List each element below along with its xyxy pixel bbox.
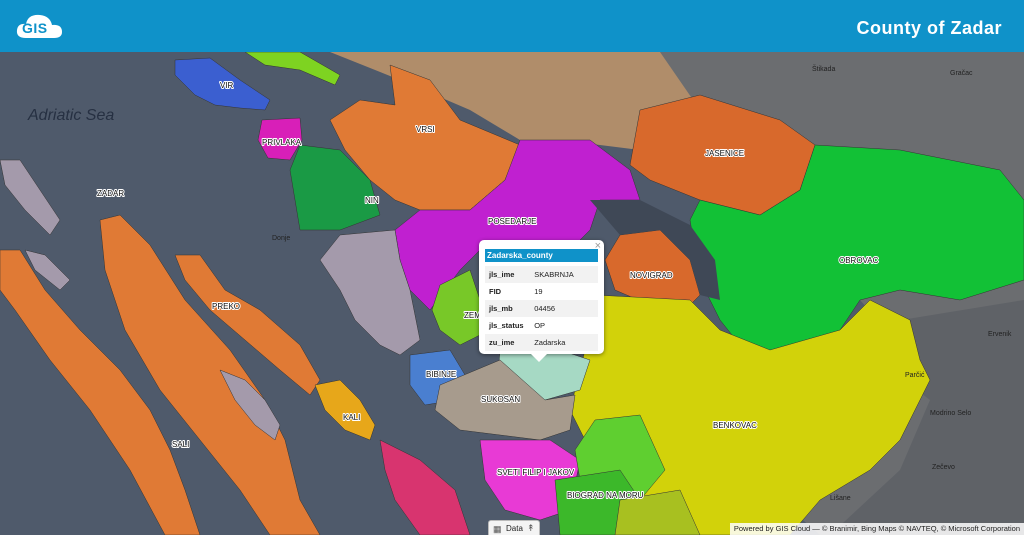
- attribute-value: Zadarska: [530, 334, 598, 351]
- label-posedarje: POSEDARJE: [488, 217, 536, 226]
- label-jasenice: JASENICE: [705, 149, 744, 158]
- label-novigrad: NOVIGRAD: [630, 271, 673, 280]
- attribute-value: OP: [534, 321, 546, 330]
- attribute-key: jls_ime: [485, 266, 531, 283]
- label-kali: KALI: [343, 413, 360, 422]
- attribute-table: jls_ime SKABRNJA FID 19 jls_mb 04456 jls_st…: [485, 266, 598, 351]
- place-stikada: Štikada: [812, 64, 835, 73]
- label-vrsi: VRSI: [416, 125, 435, 134]
- label-zadar: ZADAR: [97, 189, 124, 198]
- table-row: jls_mb 04456: [485, 300, 598, 317]
- label-privlaka: PRIVLAKA: [262, 138, 302, 147]
- attribute-key: jls_mb: [485, 300, 531, 317]
- place-parcic: Parčić: [905, 372, 925, 379]
- attribute-key: FID: [489, 287, 502, 296]
- label-sveti-filip: SVETI FILIP I JAKOV: [497, 468, 575, 477]
- label-sukosan: SUKOSAN: [481, 395, 520, 404]
- data-panel-toggle[interactable]: ▦ Data ↟: [488, 520, 540, 535]
- place-modrino: Modrino Selo: [930, 410, 971, 417]
- attribute-value: 04456: [530, 300, 598, 317]
- sea-label: Adriatic Sea: [27, 107, 114, 124]
- feature-info-popup: × Zadarska_county jls_ime SKABRNJA FID 19 …: [479, 240, 604, 362]
- label-biograd: BIOGRAD NA MORU: [567, 491, 644, 500]
- table-row: jls_ime SKABRNJA: [485, 266, 598, 283]
- attribute-value: 19: [534, 287, 543, 296]
- place-donje: Donje: [272, 235, 290, 242]
- place-gracac: Gračac: [950, 70, 973, 77]
- place-ervenik: Ervenik: [988, 331, 1012, 338]
- pin-icon[interactable]: ↟: [527, 523, 535, 534]
- label-benkovac: BENKOVAC: [713, 421, 757, 430]
- place-lisane: Lišane: [830, 495, 851, 502]
- popup-title: Zadarska_county: [485, 249, 598, 262]
- attribute-key: zu_ime: [485, 334, 531, 351]
- grid-icon: ▦: [493, 524, 502, 534]
- place-zecevo: Zečevo: [932, 464, 955, 471]
- label-obrovac: OBROVAC: [839, 256, 879, 265]
- label-sali: SALI: [172, 440, 189, 449]
- attribute-value: SKABRNJA: [530, 266, 598, 283]
- label-vir: VIR: [220, 81, 234, 90]
- attribute-key: jls_status: [489, 321, 524, 330]
- table-row: FID 19: [485, 283, 598, 300]
- table-row: jls_status OP: [485, 317, 598, 334]
- label-nin: NIN: [365, 196, 379, 205]
- app-window: GIS County of Zadar Adriatic Sea VIR PRI…: [0, 0, 1024, 535]
- page-title: County of Zadar: [856, 18, 1002, 38]
- table-row: zu_ime Zadarska: [485, 334, 598, 351]
- data-tab-label: Data: [506, 524, 523, 533]
- logo-text: GIS: [22, 20, 48, 36]
- header-bar: GIS County of Zadar: [0, 0, 1024, 52]
- label-bibinje: BIBINJE: [426, 370, 456, 379]
- label-preko: PREKO: [212, 302, 240, 311]
- map-attribution: Powered by GIS Cloud — © Branimir, Bing …: [729, 523, 1024, 535]
